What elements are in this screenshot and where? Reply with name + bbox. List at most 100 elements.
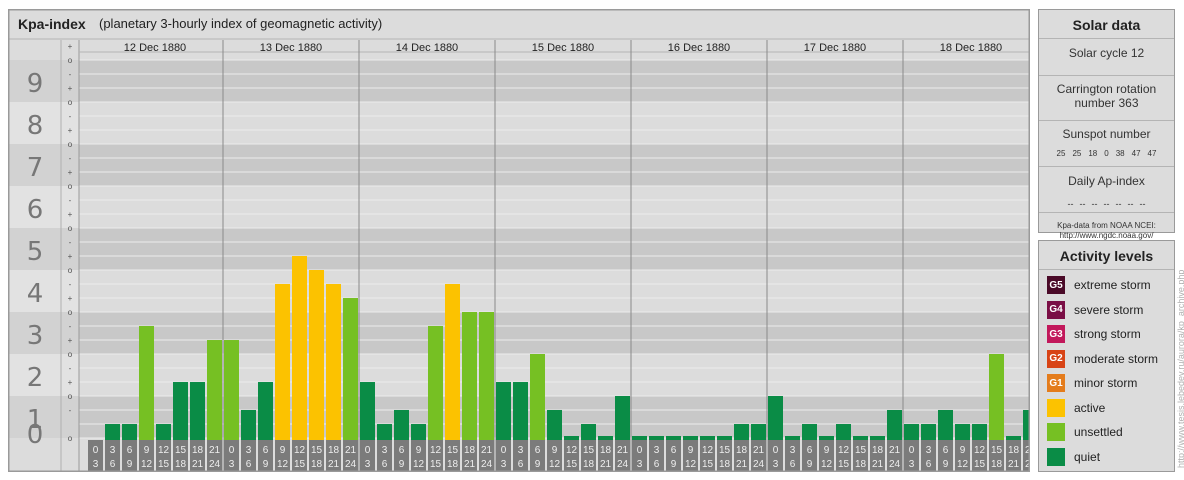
legend-label: active [1074, 400, 1106, 415]
kp-bar [530, 354, 545, 440]
y-tick-label: 3 [27, 321, 44, 351]
kp-bar [377, 424, 392, 440]
interval-start-label: 15 [447, 445, 459, 456]
interval-start-label: 3 [246, 445, 252, 456]
watermark-url: http://www.tesis.lebedev.ru/aurora/kp_ar… [1176, 269, 1184, 468]
interval-start-label: 21 [209, 445, 221, 456]
interval-start-label: 9 [552, 445, 558, 456]
interval-end-label: 24 [1025, 459, 1029, 470]
interval-end-label: 15 [158, 459, 170, 470]
kp-bar [343, 298, 358, 440]
sub-tick-label: + [68, 378, 73, 387]
interval-start-label: 18 [600, 445, 612, 456]
interval-end-label: 15 [566, 459, 578, 470]
y-tick-label: 1 [27, 405, 44, 435]
kp-bar [292, 256, 307, 440]
y-axis-band [9, 60, 79, 102]
interval-end-label: 18 [175, 459, 187, 470]
interval-start-label: 12 [294, 445, 306, 456]
solar-data-panel: Solar data Solar cycle 12 Carrington rot… [1038, 9, 1175, 240]
sunspot-value: 47 [1147, 149, 1157, 158]
grid-band [79, 144, 1029, 186]
kp-bar [190, 382, 205, 440]
day-label: 15 Dec 1880 [532, 42, 594, 54]
sub-tick-label: o [68, 140, 73, 149]
kp-bar [479, 312, 494, 440]
sub-tick-label: o [68, 350, 73, 359]
interval-end-label: 21 [464, 459, 476, 470]
y-tick-label: 7 [27, 153, 44, 183]
sub-tick-label: - [69, 112, 72, 121]
carrington-line2: number 363 [1074, 96, 1139, 110]
sub-tick-label: o [68, 266, 73, 275]
sunspot-value: 0 [1104, 149, 1109, 158]
kp-chart-panel: 0 1 2 3 4 5 6 7 8 9 o - o + - o + - o + - o + - o + - o + - o + - o + - o +12… [8, 9, 1030, 472]
sub-tick-label: o [68, 434, 73, 443]
kp-bar [173, 382, 188, 440]
kp-bar [258, 382, 273, 440]
interval-end-label: 9 [127, 459, 133, 470]
legend-item: G4 severe storm [1047, 300, 1143, 320]
interval-end-label: 18 [991, 459, 1003, 470]
interval-end-label: 9 [399, 459, 405, 470]
interval-end-label: 24 [617, 459, 629, 470]
interval-start-label: 3 [926, 445, 932, 456]
grid-band [79, 102, 1029, 144]
sub-tick-label: + [68, 210, 73, 219]
sunspot-section: Sunspot number 25 25 18 0 38 47 47 [1039, 121, 1174, 167]
kp-bar [547, 409, 562, 440]
y-axis-band [9, 228, 79, 270]
sub-tick-label: o [68, 392, 73, 401]
interval-end-label: 3 [773, 459, 779, 470]
interval-start-label: 15 [175, 445, 187, 456]
chart-subtitle: (planetary 3-hourly index of geomagnetic… [99, 16, 383, 31]
interval-start-label: 18 [192, 445, 204, 456]
carrington-line1: Carrington rotation [1056, 82, 1157, 96]
kp-bar [683, 436, 698, 440]
y-axis-band [9, 354, 79, 396]
interval-end-label: 24 [753, 459, 765, 470]
interval-start-label: 3 [790, 445, 796, 456]
sub-tick-label: - [69, 322, 72, 331]
day-label: 17 Dec 1880 [804, 42, 866, 54]
kp-bar [887, 409, 902, 440]
interval-start-label: 0 [501, 445, 507, 456]
legend-swatch: G1 [1047, 374, 1065, 392]
kp-bar [581, 424, 596, 440]
y-tick-label: 4 [27, 279, 44, 309]
interval-end-label: 15 [294, 459, 306, 470]
sub-tick-label: - [69, 238, 72, 247]
interval-start-label: 6 [263, 445, 269, 456]
ap-value: -- [1091, 199, 1098, 209]
interval-start-label: 3 [518, 445, 524, 456]
interval-end-label: 3 [637, 459, 643, 470]
kp-bar [207, 340, 222, 440]
kp-bar [564, 436, 579, 440]
legend-swatch [1047, 398, 1065, 417]
interval-start-label: 0 [773, 445, 779, 456]
interval-start-label: 12 [566, 445, 578, 456]
kp-bar [394, 409, 409, 440]
legend-item: G2 moderate storm [1047, 349, 1158, 369]
interval-start-label: 9 [688, 445, 694, 456]
interval-start-label: 9 [280, 445, 286, 456]
day-label: 14 Dec 1880 [396, 42, 458, 54]
interval-end-label: 12 [821, 459, 833, 470]
ap-value: -- [1067, 199, 1074, 209]
interval-start-label: 6 [399, 445, 405, 456]
kp-bar [802, 424, 817, 440]
interval-start-label: 12 [838, 445, 850, 456]
interval-start-label: 15 [311, 445, 323, 456]
interval-start-label: 0 [93, 445, 99, 456]
interval-end-label: 9 [535, 459, 541, 470]
sub-tick-label: o [68, 224, 73, 233]
interval-end-label: 9 [943, 459, 949, 470]
sub-tick-label: + [68, 126, 73, 135]
interval-start-label: 15 [719, 445, 731, 456]
interval-start-label: 3 [110, 445, 116, 456]
kp-bar [139, 325, 154, 440]
sunspot-values: 25 25 18 0 38 47 47 [1039, 147, 1174, 161]
kp-bar [275, 283, 290, 440]
sub-tick-label: + [68, 168, 73, 177]
kp-bar [717, 436, 732, 440]
